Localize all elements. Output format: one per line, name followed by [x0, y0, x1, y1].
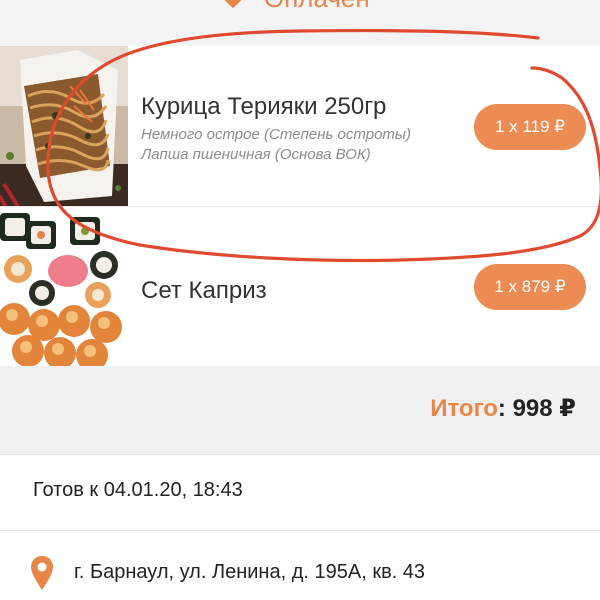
- order-details-screen: Оплачен: [0, 0, 600, 600]
- order-total: Итого: 998 ₽: [430, 394, 576, 423]
- delivery-address-text: г. Барнаул, ул. Ленина, д. 195А, кв. 43: [74, 561, 426, 583]
- order-total-row: Итого: 998 ₽: [0, 366, 600, 455]
- quantity-price-button[interactable]: 1 x 119 ₽: [474, 104, 586, 150]
- sushi-set-photo: [0, 207, 128, 367]
- item-option: Лапша пшеничная (Основа ВОК): [141, 146, 371, 163]
- delivery-address-row[interactable]: г. Барнаул, ул. Ленина, д. 195А, кв. 43: [0, 531, 600, 600]
- item-option: Немного острое (Степень остроты): [141, 126, 411, 143]
- item-name: Курица Терияки 250гр: [141, 93, 387, 120]
- order-status-label: Оплачен: [264, 0, 370, 14]
- order-items-list: Курица Терияки 250гр Немного острое (Сте…: [0, 46, 600, 368]
- order-item: Курица Терияки 250гр Немного острое (Сте…: [0, 46, 600, 207]
- item-name: Сет Каприз: [141, 277, 267, 304]
- order-item: Сет Каприз 1 x 879 ₽: [0, 207, 600, 368]
- quantity-price-button[interactable]: 1 x 879 ₽: [474, 264, 586, 310]
- total-separator: :: [497, 395, 506, 422]
- ready-time-row: Готов к 04.01.20, 18:43: [0, 455, 600, 531]
- total-value: 998 ₽: [512, 395, 576, 422]
- map-pin-icon: [224, 0, 242, 8]
- map-pin-icon: [31, 556, 53, 590]
- total-label: Итого: [430, 395, 498, 422]
- order-status-row: Оплачен: [0, 0, 600, 47]
- wok-noodles-photo: [0, 46, 128, 206]
- ready-time-text: Готов к 04.01.20, 18:43: [33, 479, 243, 501]
